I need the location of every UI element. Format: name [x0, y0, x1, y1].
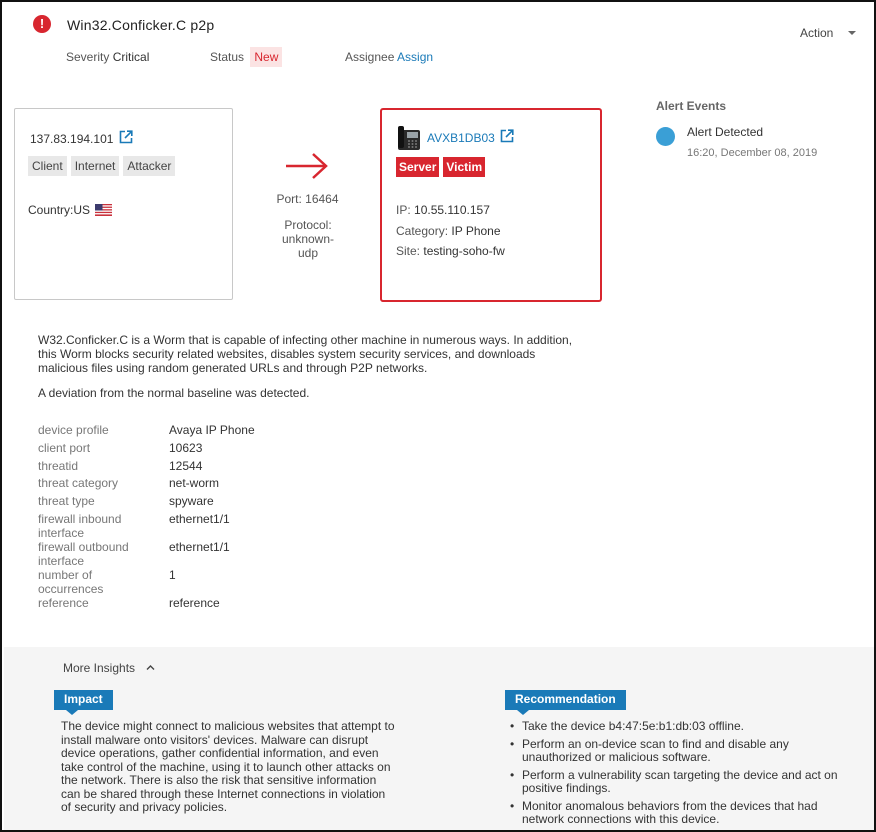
detail-value: spyware [169, 494, 214, 508]
insights-section: More Insights Impact The device might co… [4, 647, 874, 830]
detail-label: reference [38, 596, 89, 610]
role-victim: Victim [443, 157, 486, 177]
alert-events-heading: Alert Events [656, 99, 727, 113]
chevron-down-icon[interactable] [848, 31, 856, 35]
event-time: 16:20, December 08, 2019 [687, 147, 818, 159]
tag-client: Client [28, 156, 67, 176]
assignee-field: Assignee Assign [345, 50, 433, 64]
detail-value: ethernet1/1 [169, 540, 230, 554]
category-value: IP Phone [451, 224, 501, 238]
detail-label: firewall inbound interface [38, 512, 122, 540]
source-tags: Client Internet Attacker [28, 156, 176, 176]
protocol-text: Protocol: unknown- udp [257, 218, 359, 260]
external-link-icon[interactable] [119, 130, 133, 144]
protocol-line-1: Protocol: unknown- [281, 218, 335, 246]
site-value: testing-soho-fw [423, 244, 505, 258]
event-dot-icon [656, 127, 675, 146]
source-device-card: 137.83.194.101 Client Internet Attacker … [14, 108, 233, 300]
recommendation-heading-pointer [517, 710, 529, 715]
chevron-up-icon[interactable] [146, 663, 155, 672]
external-link-icon[interactable] [500, 129, 514, 143]
protocol-line-2: udp [297, 246, 319, 260]
detail-value: net-worm [169, 476, 220, 490]
detail-value: 1 [169, 568, 176, 582]
critical-alert-icon: ! [33, 15, 51, 33]
ip-value: 10.55.110.157 [414, 203, 490, 217]
status-label: Status [210, 50, 245, 64]
impact-heading-pointer [66, 710, 78, 715]
list-item: Take the device b4:47:5e:b1:db:03 offlin… [508, 719, 838, 734]
destination-device-link[interactable]: AVXB1DB03 [427, 131, 495, 145]
more-insights-toggle[interactable]: More Insights [63, 661, 135, 675]
destination-ip: IP: 10.55.110.157 [396, 203, 490, 217]
category-label: Category: [396, 224, 449, 238]
action-menu-button[interactable]: Action [800, 26, 833, 40]
destination-site: Site: testing-soho-fw [396, 244, 505, 258]
detail-label: client port [38, 441, 91, 455]
list-item: Perform a vulnerability scan targeting t… [508, 768, 838, 796]
impact-text: The device might connect to malicious we… [61, 719, 395, 814]
port-text: Port: 16464 [276, 192, 339, 206]
status-field: Status New [210, 47, 283, 67]
site-label: Site: [396, 244, 421, 258]
recommendation-list: Take the device b4:47:5e:b1:db:03 offlin… [508, 719, 838, 830]
source-ip: 137.83.194.101 [30, 132, 114, 146]
event-name: Alert Detected [687, 125, 764, 139]
detail-label: firewall outbound interface [38, 540, 129, 568]
detail-value: Avaya IP Phone [169, 423, 255, 437]
list-item: Perform an on-device scan to find and di… [508, 737, 838, 765]
tag-internet: Internet [70, 156, 120, 176]
detail-value: ethernet1/1 [169, 512, 230, 526]
alert-detail-panel: ! Win32.Conficker.C p2p Severity Critica… [0, 0, 876, 832]
detail-value: 10623 [169, 441, 203, 455]
us-flag-icon [95, 204, 113, 216]
ip-phone-icon [398, 126, 420, 150]
ip-label: IP: [396, 203, 411, 217]
assign-link[interactable]: Assign [397, 50, 433, 64]
list-item: Monitor anomalous behaviors from the dev… [508, 799, 838, 827]
impact-heading: Impact [54, 690, 113, 710]
detail-label: number of occurrences [38, 568, 104, 596]
arrow-right-icon [286, 153, 328, 179]
destination-device-card: AVXB1DB03 Server Victim IP: 10.55.110.15… [380, 108, 602, 302]
source-country: Country: US [28, 203, 113, 217]
destination-category: Category: IP Phone [396, 224, 501, 238]
detail-label: threatid [38, 459, 79, 473]
detail-label: device profile [38, 423, 109, 437]
recommendation-heading: Recommendation [505, 690, 626, 710]
status-badge[interactable]: New [250, 47, 283, 67]
detail-label: threat category [38, 476, 119, 490]
tag-attacker: Attacker [123, 156, 176, 176]
reference-link[interactable]: reference [169, 596, 220, 610]
alert-title: Win32.Conficker.C p2p [67, 17, 215, 33]
country-value: US [73, 203, 91, 217]
assignee-label: Assignee [345, 50, 395, 64]
severity-label: Severity [66, 50, 110, 64]
detail-label: threat type [38, 494, 95, 508]
country-label: Country: [28, 203, 74, 217]
baseline-note: A deviation from the normal baseline was… [38, 386, 310, 400]
severity-value: Critical [112, 50, 150, 64]
destination-role-tags: Server Victim [396, 157, 486, 177]
detail-value: 12544 [169, 459, 203, 473]
role-server: Server [396, 157, 440, 177]
threat-description: W32.Conficker.C is a Worm that is capabl… [38, 333, 573, 375]
severity-field: Severity Critical [66, 50, 149, 64]
